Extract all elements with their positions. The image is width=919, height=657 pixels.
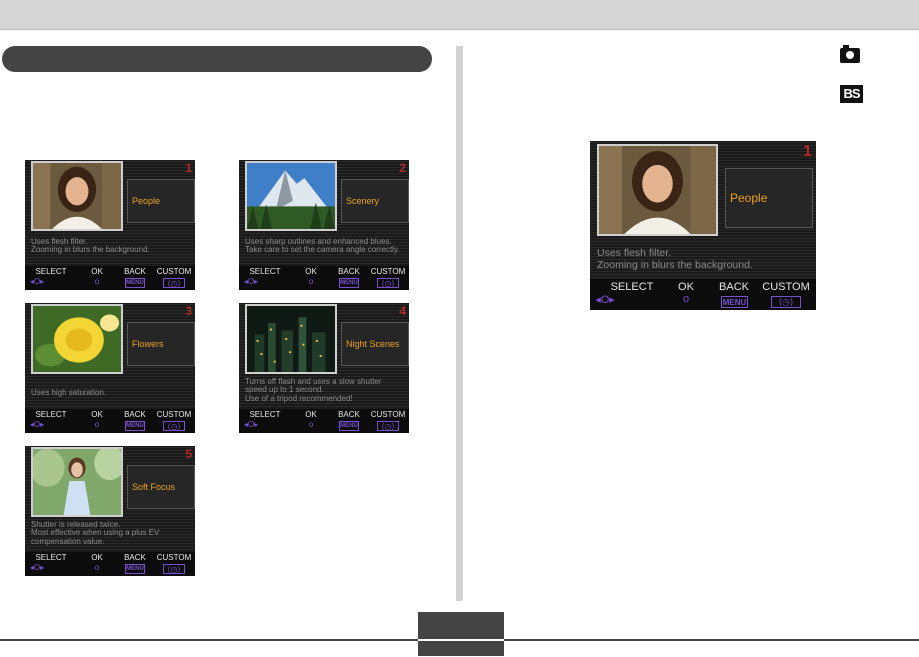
camera-icon: [840, 45, 860, 63]
footer-rule-right: [504, 639, 919, 641]
ok-label: OK: [91, 410, 103, 419]
scene-name-soft-focus: Soft Focus: [127, 465, 195, 509]
select-icon: ◂O▸: [29, 277, 45, 286]
select-icon: ◂O▸: [243, 277, 259, 286]
self-timer-icon: ⟨◷⟩: [163, 278, 185, 288]
custom-label: CUSTOM: [370, 267, 406, 276]
self-timer-icon: ⟨◷⟩: [163, 421, 185, 431]
scene-number: 4: [399, 304, 406, 318]
custom-label: CUSTOM: [156, 267, 192, 276]
select-label: SELECT: [35, 553, 67, 562]
custom-label: CUSTOM: [762, 281, 810, 293]
scene-card-scenery: Scenery 2 Uses sharp outlines and enhanc…: [239, 160, 409, 290]
self-timer-icon: ⟨◷⟩: [377, 278, 399, 288]
ok-icon: o: [682, 293, 690, 305]
scene-card-flowers: Flowers 3 Uses high saturation. SELECT ◂…: [25, 303, 195, 433]
night-scenes-photo: [245, 304, 337, 374]
select-label: SELECT: [35, 410, 67, 419]
menu-icon: MENU: [125, 278, 145, 288]
scene-card-people: People 1 Uses flesh filter. Zooming in bl…: [25, 160, 195, 290]
menu-icon: MENU: [721, 296, 748, 308]
self-timer-icon: ⟨◷⟩: [163, 564, 185, 574]
ok-label: OK: [91, 553, 103, 562]
menu-icon: MENU: [125, 421, 145, 431]
footer-rule-left: [0, 639, 418, 641]
scene-number: 1: [803, 143, 812, 160]
scene-description: Turns off flash and uses a slow shutter s…: [245, 377, 382, 403]
control-bar: SELECT ◂O▸ OK o BACK MENU CUSTOM ⟨◷⟩: [25, 552, 195, 576]
select-icon: ◂O▸: [29, 420, 45, 429]
back-label: BACK: [124, 267, 146, 276]
scene-description: Shutter is released twice. Most effective…: [31, 520, 160, 546]
ok-icon: o: [308, 277, 314, 286]
scene-description: Uses sharp outlines and enhanced blues. T…: [245, 237, 400, 255]
control-bar: SELECT ◂O▸ OK o BACK MENU CUSTOM ⟨◷⟩: [239, 266, 409, 290]
scene-name-flowers: Flowers: [127, 322, 195, 366]
menu-icon: MENU: [125, 564, 145, 574]
ok-label: OK: [91, 267, 103, 276]
scene-name-people-large: People: [725, 168, 813, 228]
scene-number: 1: [185, 161, 192, 175]
select-label: SELECT: [249, 410, 281, 419]
scene-name-people: People: [127, 179, 195, 223]
scene-name-scenery: Scenery: [341, 179, 409, 223]
self-timer-icon: ⟨◷⟩: [771, 296, 801, 308]
self-timer-icon: ⟨◷⟩: [377, 421, 399, 431]
select-label: SELECT: [610, 281, 654, 293]
people-photo: [31, 161, 123, 231]
ok-label: OK: [678, 281, 694, 293]
control-bar: SELECT ◂O▸ OK o BACK MENU CUSTOM ⟨◷⟩: [239, 409, 409, 433]
select-label: SELECT: [249, 267, 281, 276]
scene-card-soft-focus: Soft Focus 5 Shutter is released twice. M…: [25, 446, 195, 576]
control-bar: SELECT ◂O▸ OK o BACK MENU CUSTOM ⟨◷⟩: [590, 279, 816, 310]
scene-card-people-large: People 1 Uses flesh filter. Zooming in bl…: [590, 141, 816, 310]
ok-label: OK: [305, 267, 317, 276]
scene-name-night-scenes: Night Scenes: [341, 322, 409, 366]
scene-number: 2: [399, 161, 406, 175]
control-bar: SELECT ◂O▸ OK o BACK MENU CUSTOM ⟨◷⟩: [25, 266, 195, 290]
back-label: BACK: [719, 281, 749, 293]
bestshot-icon: BS: [840, 85, 863, 103]
flowers-photo: [31, 304, 123, 374]
scenery-photo: [245, 161, 337, 231]
scene-description: Uses high saturation.: [31, 388, 107, 397]
header-bar: [0, 0, 919, 30]
scene-number: 5: [185, 447, 192, 461]
page-number-box: [418, 612, 504, 656]
custom-label: CUSTOM: [370, 410, 406, 419]
back-label: BACK: [338, 410, 360, 419]
menu-icon: MENU: [339, 421, 359, 431]
select-icon: ◂O▸: [29, 563, 45, 572]
menu-icon: MENU: [339, 278, 359, 288]
ok-icon: o: [94, 277, 100, 286]
back-label: BACK: [124, 410, 146, 419]
ok-icon: o: [94, 420, 100, 429]
scene-card-night-scenes: Night Scenes 4 Turns off flash and uses …: [239, 303, 409, 433]
people-photo-large: [597, 144, 718, 236]
select-icon: ◂O▸: [243, 420, 259, 429]
back-label: BACK: [338, 267, 360, 276]
ok-icon: o: [308, 420, 314, 429]
custom-label: CUSTOM: [156, 410, 192, 419]
scene-description: Uses flesh filter. Zooming in blurs the b…: [31, 237, 150, 255]
column-divider: [456, 46, 463, 601]
custom-label: CUSTOM: [156, 553, 192, 562]
scene-description: Uses flesh filter. Zooming in blurs the b…: [597, 247, 753, 272]
ok-label: OK: [305, 410, 317, 419]
select-icon: ◂O▸: [595, 294, 615, 306]
scene-number: 3: [185, 304, 192, 318]
back-label: BACK: [124, 553, 146, 562]
ok-icon: o: [94, 563, 100, 572]
select-label: SELECT: [35, 267, 67, 276]
section-heading-bar: [2, 46, 432, 72]
soft-focus-photo: [31, 447, 123, 517]
control-bar: SELECT ◂O▸ OK o BACK MENU CUSTOM ⟨◷⟩: [25, 409, 195, 433]
